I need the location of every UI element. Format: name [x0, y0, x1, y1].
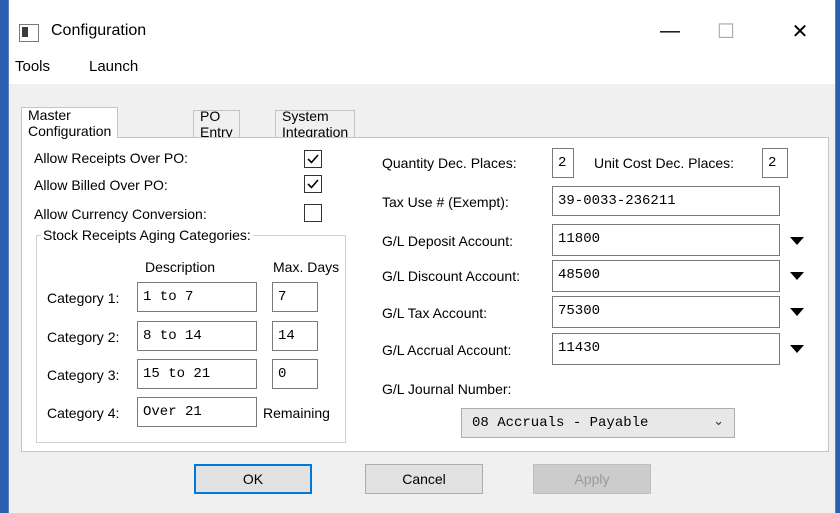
tax-use-input[interactable]: 39-0033-236211	[552, 186, 780, 216]
gl-accrual-dropdown-icon[interactable]	[786, 339, 806, 359]
allow-receipts-label: Allow Receipts Over PO:	[34, 150, 189, 166]
category-3-max-days-input[interactable]: 0	[272, 359, 318, 389]
allow-billed-checkbox[interactable]	[304, 175, 322, 193]
gl-discount-label: G/L Discount Account:	[382, 268, 520, 284]
category-2-label: Category 2:	[47, 329, 120, 345]
category-1-label: Category 1:	[47, 290, 120, 306]
tab-po-entry[interactable]: PO Entry	[193, 108, 240, 140]
aging-group-title: Stock Receipts Aging Categories:	[41, 227, 253, 243]
chevron-down-icon: ⌄	[713, 414, 724, 429]
title-bar[interactable]: Configuration — ☐ ✕	[9, 0, 835, 54]
maximize-button[interactable]: ☐	[703, 14, 749, 48]
gl-deposit-label: G/L Deposit Account:	[382, 233, 513, 249]
window-title: Configuration	[51, 22, 147, 39]
tax-use-label: Tax Use # (Exempt):	[382, 194, 509, 210]
cancel-button[interactable]: Cancel	[365, 464, 483, 494]
gl-journal-number-value: 08 Accruals - Payable	[472, 415, 649, 431]
gl-deposit-input[interactable]: 11800	[552, 224, 780, 256]
category-4-label: Category 4:	[47, 405, 120, 421]
category-1-description-input[interactable]: 1 to 7	[137, 282, 257, 312]
allow-currency-label: Allow Currency Conversion:	[34, 206, 207, 222]
master-configuration-panel: Allow Receipts Over PO: Allow Billed Ove…	[21, 137, 829, 452]
unit-cost-dec-places-input[interactable]: 2	[762, 148, 788, 178]
category-2-max-days-input[interactable]: 14	[272, 321, 318, 351]
description-column-header: Description	[145, 259, 216, 275]
gl-discount-input[interactable]: 48500	[552, 260, 780, 292]
category-4-remaining-label: Remaining	[263, 405, 330, 421]
category-3-description-input[interactable]: 15 to 21	[137, 359, 257, 389]
tab-system-integration[interactable]: System Integration	[275, 108, 356, 140]
gl-deposit-dropdown-icon[interactable]	[786, 231, 806, 251]
apply-button[interactable]: Apply	[533, 464, 651, 494]
gl-tax-dropdown-icon[interactable]	[786, 302, 806, 322]
checkmark-icon	[307, 179, 319, 189]
quantity-dec-places-input[interactable]: 2	[552, 148, 574, 178]
menu-tools[interactable]: Tools	[15, 58, 50, 75]
category-3-label: Category 3:	[47, 367, 120, 383]
checkmark-icon	[307, 154, 319, 164]
menu-launch[interactable]: Launch	[89, 58, 138, 75]
gl-tax-label: G/L Tax Account:	[382, 305, 488, 321]
gl-accrual-input[interactable]: 11430	[552, 333, 780, 365]
gl-tax-input[interactable]: 75300	[552, 296, 780, 328]
gl-discount-dropdown-icon[interactable]	[786, 266, 806, 286]
category-4-description-input[interactable]: Over 21	[137, 397, 257, 427]
allow-receipts-checkbox[interactable]	[304, 150, 322, 168]
gl-journal-number-label: G/L Journal Number:	[382, 381, 512, 397]
configuration-window: Configuration — ☐ ✕ Tools Launch Master …	[8, 0, 836, 513]
allow-currency-checkbox[interactable]	[304, 204, 322, 222]
app-icon	[19, 24, 39, 42]
aging-categories-group: Stock Receipts Aging Categories: Descrip…	[36, 227, 346, 443]
tab-master-configuration[interactable]: Master Configuration	[21, 107, 119, 139]
quantity-dec-places-label: Quantity Dec. Places:	[382, 155, 517, 171]
allow-billed-label: Allow Billed Over PO:	[34, 177, 168, 193]
gl-accrual-label: G/L Accrual Account:	[382, 342, 512, 358]
unit-cost-dec-places-label: Unit Cost Dec. Places:	[594, 155, 735, 171]
gl-journal-number-select[interactable]: 08 Accruals - Payable ⌄	[461, 408, 735, 438]
close-button[interactable]: ✕	[777, 14, 823, 48]
category-2-description-input[interactable]: 8 to 14	[137, 321, 257, 351]
ok-button[interactable]: OK	[194, 464, 312, 494]
max-days-column-header: Max. Days	[273, 259, 340, 275]
menu-bar: Tools Launch	[9, 54, 835, 84]
category-1-max-days-input[interactable]: 7	[272, 282, 318, 312]
minimize-button[interactable]: —	[647, 14, 693, 48]
